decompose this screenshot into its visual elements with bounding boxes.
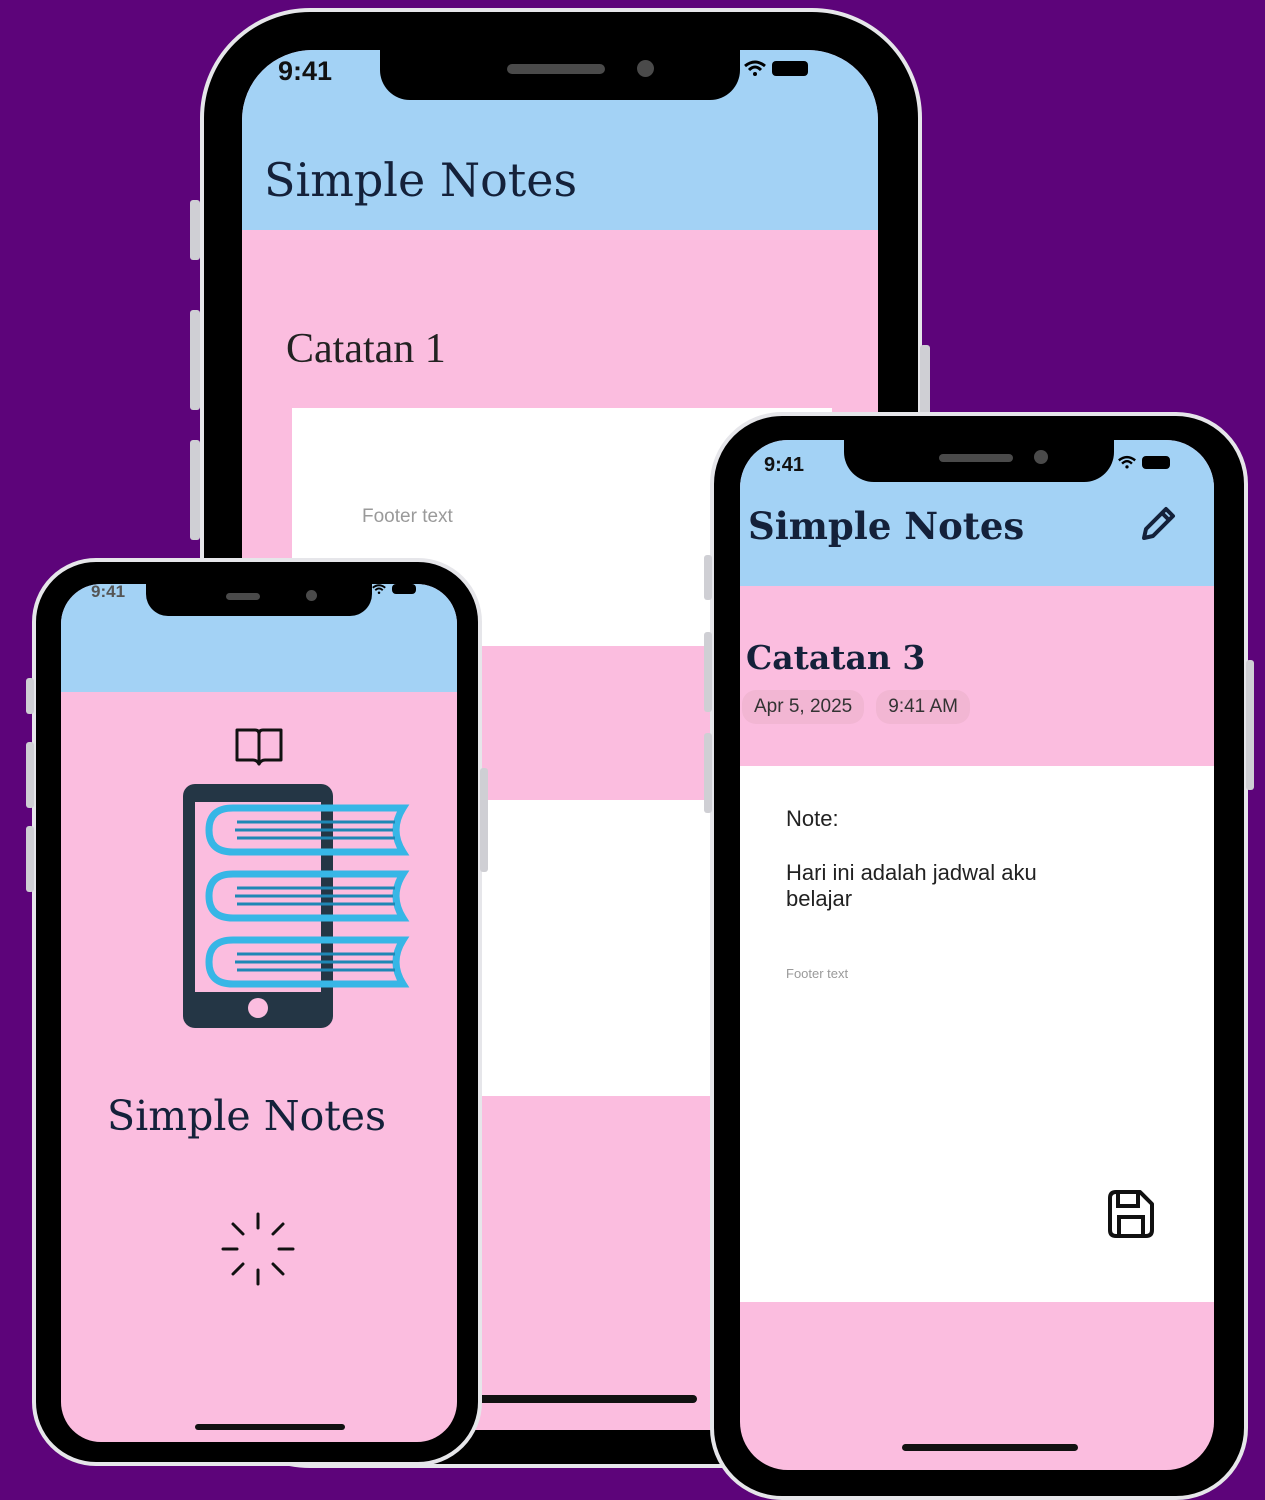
footer-text: Footer text: [362, 506, 453, 527]
status-icons: [372, 584, 416, 594]
wifi-icon: [1118, 455, 1136, 469]
status-time: 9:41: [764, 454, 805, 476]
save-icon[interactable]: [1102, 1186, 1158, 1242]
app-title: Simple Notes: [748, 504, 1025, 548]
battery-icon: [1142, 455, 1170, 469]
battery-icon: [772, 60, 808, 76]
battery-icon: [392, 584, 416, 594]
note-label: Note:: [786, 806, 839, 831]
date-time-chips: Apr 5, 2025 9:41 AM: [742, 690, 970, 724]
status-time: 9:41: [278, 56, 333, 86]
side-button: [704, 632, 712, 712]
side-button: [1246, 660, 1254, 790]
side-button: [26, 742, 34, 808]
notch: [844, 440, 1114, 482]
note-title: Catatan 3: [746, 638, 926, 677]
home-indicator: [902, 1444, 1078, 1451]
date-chip[interactable]: Apr 5, 2025: [742, 690, 865, 724]
note-title: Catatan 1: [286, 326, 446, 372]
status-icons: [744, 60, 808, 76]
loading-spinner-icon: [221, 1212, 295, 1286]
screen-right: Simple Notes 9:41 Catatan 3 Apr 5, 2025 …: [740, 440, 1214, 1470]
book-open-icon: [235, 728, 283, 766]
side-button: [190, 200, 200, 260]
side-button: [26, 826, 34, 892]
note-body[interactable]: Hari ini adalah jadwal aku belajar: [786, 860, 1106, 912]
notch: [146, 584, 372, 616]
status-icons: [1118, 455, 1170, 469]
screen-left: 9:41 Simple Notes: [61, 584, 457, 1442]
side-button: [190, 440, 200, 540]
status-time: 9:41: [91, 584, 126, 601]
side-button: [704, 733, 712, 813]
footer-text: Footer text: [786, 966, 849, 981]
home-indicator: [195, 1424, 345, 1430]
app-title: Simple Notes: [264, 153, 578, 207]
side-button: [26, 678, 34, 714]
note-card: Note: Hari ini adalah jadwal aku belajar…: [740, 766, 1214, 1302]
time-chip[interactable]: 9:41 AM: [876, 690, 970, 724]
side-button: [704, 555, 712, 600]
pencil-icon[interactable]: [1136, 502, 1180, 546]
notch: [380, 50, 740, 100]
side-button: [480, 768, 488, 872]
wifi-icon: [372, 584, 386, 594]
wifi-icon: [744, 60, 766, 76]
app-title: Simple Notes: [107, 1092, 387, 1140]
phone-books-logo: [183, 784, 410, 1028]
side-button: [190, 310, 200, 410]
